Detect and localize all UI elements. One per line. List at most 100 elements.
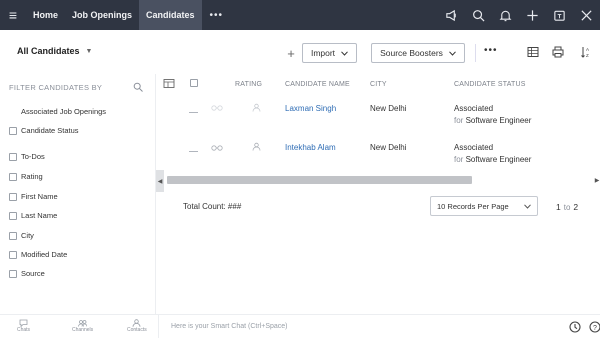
column-header-rating[interactable]: RATING <box>235 81 262 88</box>
add-candidate-button[interactable]: + <box>282 43 300 63</box>
chevron-down-icon: ▼ <box>85 47 93 55</box>
filter-candidate-status[interactable]: Candidate Status <box>9 126 79 135</box>
filter-to-dos[interactable]: To-Dos <box>9 152 45 161</box>
calendar-icon[interactable] <box>546 0 573 30</box>
candidate-avatar-icon <box>252 103 261 112</box>
source-boosters-button[interactable]: Source Boosters <box>371 43 465 63</box>
tab-candidates[interactable]: Candidates <box>139 0 202 30</box>
filter-label: Last Name <box>21 211 58 220</box>
chevron-down-icon <box>524 203 531 209</box>
checkbox[interactable] <box>9 108 17 116</box>
smart-chat-input[interactable]: Here is your Smart Chat (Ctrl+Space) <box>158 315 288 338</box>
more-actions-button[interactable]: ••• <box>484 45 498 56</box>
chat-bubble-icon <box>19 319 28 327</box>
candidate-name-link[interactable]: Intekhab Alam <box>285 143 336 152</box>
checkbox[interactable] <box>9 172 17 181</box>
job-title[interactable]: Software Engineer <box>466 155 532 164</box>
filter-last-name[interactable]: Last Name <box>9 211 57 220</box>
print-icon[interactable] <box>552 46 564 58</box>
checkbox[interactable] <box>9 231 17 240</box>
column-settings-icon[interactable] <box>163 78 175 89</box>
candidate-job: for Software Engineer <box>454 116 531 125</box>
list-toolbar: All Candidates ▼ + Import Source Booster… <box>0 30 600 74</box>
candidate-name-link[interactable]: Laxman Singh <box>285 104 336 113</box>
job-title[interactable]: Software Engineer <box>466 116 532 125</box>
history-icon[interactable] <box>568 320 582 334</box>
import-button[interactable]: Import <box>302 43 357 63</box>
filter-label: City <box>21 231 34 240</box>
filter-source[interactable]: Source <box>9 269 45 278</box>
candidate-status: Associated <box>454 104 494 113</box>
candidate-job: for Software Engineer <box>454 155 531 164</box>
search-icon[interactable] <box>465 0 492 30</box>
horizontal-scrollbar[interactable] <box>167 176 472 184</box>
tools-icon[interactable] <box>573 0 600 30</box>
filter-associated-job-openings[interactable]: Associated Job Openings <box>9 107 106 116</box>
glasses-icon <box>211 105 223 111</box>
checkbox[interactable] <box>9 250 17 259</box>
view-selector[interactable]: All Candidates ▼ <box>17 46 92 56</box>
select-all-checkbox[interactable] <box>190 79 198 87</box>
svg-text:?: ? <box>593 325 597 332</box>
checkbox[interactable] <box>9 152 17 161</box>
column-header-candidate-status[interactable]: CANDIDATE STATUS <box>454 81 526 88</box>
candidate-avatar-icon <box>252 142 261 151</box>
tab-job-openings[interactable]: Job Openings <box>65 0 139 30</box>
scroll-right-arrow[interactable]: ▶ <box>594 176 600 184</box>
checkbox[interactable] <box>9 192 17 201</box>
glasses-icon <box>211 145 223 151</box>
column-header-city[interactable]: CITY <box>370 81 387 88</box>
scroll-left-arrow[interactable]: ◀ <box>156 170 164 192</box>
total-count: Total Count: ### <box>183 202 242 211</box>
checkbox[interactable] <box>9 126 17 135</box>
hamburger-menu-icon[interactable]: ≡ <box>0 7 26 23</box>
filter-label: Rating <box>21 172 43 181</box>
row-checkbox[interactable] <box>189 143 198 152</box>
filter-label: Modified Date <box>21 250 68 259</box>
page-range-start: 1 <box>556 202 561 212</box>
filter-label: To-Dos <box>21 152 45 161</box>
filter-modified-date[interactable]: Modified Date <box>9 250 67 259</box>
source-boosters-label: Source Boosters <box>380 48 443 58</box>
filter-label: Candidate Status <box>21 126 79 135</box>
more-tabs-button[interactable]: ••• <box>202 10 232 21</box>
checkbox[interactable] <box>9 211 17 220</box>
bottom-bar: Chats Channels Contacts Here is your Sma… <box>0 314 600 338</box>
sort-icon[interactable]: AZ <box>580 46 592 58</box>
add-icon[interactable] <box>519 0 546 30</box>
column-header-candidate-name[interactable]: CANDIDATE NAME <box>285 81 350 88</box>
candidate-status: Associated <box>454 143 494 152</box>
filter-label: Source <box>21 269 45 278</box>
chats-button[interactable]: Chats <box>17 319 30 333</box>
megaphone-icon[interactable] <box>438 0 465 30</box>
pagination: 1 to 2 <box>556 202 578 212</box>
channels-button[interactable]: Channels <box>72 319 93 333</box>
records-per-page-select[interactable]: 10 Records Per Page <box>430 196 538 216</box>
records-per-page-value: 10 Records Per Page <box>437 201 509 211</box>
candidate-city: New Delhi <box>370 143 407 152</box>
toolbar-divider <box>475 44 476 62</box>
svg-text:A: A <box>586 47 589 52</box>
search-icon[interactable] <box>133 82 143 92</box>
contacts-label: Contacts <box>127 327 147 333</box>
filter-first-name[interactable]: First Name <box>9 192 58 201</box>
table-view-icon[interactable] <box>527 46 539 58</box>
filter-city[interactable]: City <box>9 231 34 240</box>
filter-sidebar-title: FILTER CANDIDATES BY <box>9 83 103 92</box>
notification-bell-icon[interactable] <box>492 0 519 30</box>
import-label: Import <box>310 48 336 58</box>
page-range-end: 2 <box>573 202 579 212</box>
filter-rating[interactable]: Rating <box>9 172 43 181</box>
view-label: All Candidates <box>17 46 80 56</box>
tab-home[interactable]: Home <box>26 0 65 30</box>
candidate-city: New Delhi <box>370 104 407 113</box>
checkbox[interactable] <box>9 269 17 278</box>
help-icon[interactable]: ? <box>588 320 600 334</box>
contacts-button[interactable]: Contacts <box>127 319 147 333</box>
top-navigation-bar: ≡ Home Job Openings Candidates ••• <box>0 0 600 30</box>
filter-sidebar: FILTER CANDIDATES BY Associated Job Open… <box>0 74 155 314</box>
row-checkbox[interactable] <box>189 104 198 113</box>
for-prefix: for <box>454 155 464 164</box>
chevron-down-icon <box>341 50 348 56</box>
channels-icon <box>78 320 88 327</box>
